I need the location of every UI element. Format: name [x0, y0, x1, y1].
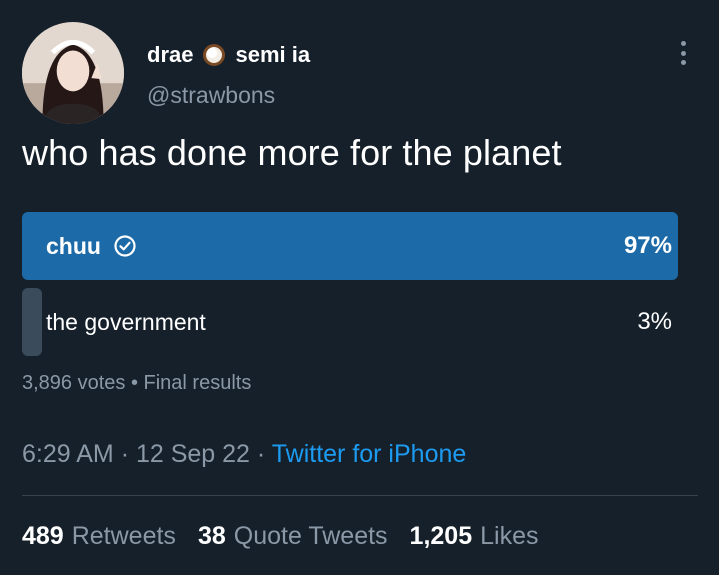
more-options-icon[interactable]: [671, 38, 695, 68]
poll-bar: [22, 288, 42, 356]
poll-option-label: chuu: [46, 212, 137, 280]
quote-tweets-count: 38: [197, 522, 226, 550]
source-link[interactable]: Twitter for iPhone: [272, 440, 467, 468]
poll-percent: 97%: [623, 232, 672, 259]
retweets-label: Retweets: [71, 522, 176, 550]
display-name-first: drae: [147, 42, 194, 67]
likes-label: Likes: [480, 522, 539, 550]
tweet-date[interactable]: 12 Sep 22: [136, 440, 250, 468]
poll-option-government: the government 3%: [22, 288, 678, 356]
poll-percent: 3%: [637, 308, 672, 335]
more-dot: [680, 60, 686, 65]
poll-option-chuu: chuu 97%: [22, 212, 678, 280]
tweet-time[interactable]: 6:29 AM: [22, 440, 114, 468]
tweet: drae semi ia @strawbons who has done mor…: [0, 0, 719, 575]
check-circle-icon: [113, 234, 137, 258]
separator: ·: [120, 440, 130, 468]
separator: ·: [256, 440, 266, 468]
user-handle[interactable]: @strawbons: [147, 82, 275, 109]
quote-tweets-label: Quote Tweets: [233, 522, 388, 550]
poll-meta: 3,896 votes • Final results: [22, 372, 252, 394]
more-dot: [680, 41, 686, 46]
engagement-stats: 489 Retweets 38 Quote Tweets 1,205 Likes: [22, 522, 538, 551]
display-name-second: semi ia: [235, 42, 311, 67]
quote-tweets-stat[interactable]: 38 Quote Tweets: [198, 522, 388, 551]
avatar[interactable]: [22, 22, 124, 124]
divider: [22, 495, 698, 496]
poll-option-text: chuu: [46, 232, 101, 259]
likes-count: 1,205: [409, 522, 473, 550]
tweet-text: who has done more for the planet: [22, 132, 562, 173]
retweets-stat[interactable]: 489 Retweets: [22, 522, 176, 551]
likes-stat[interactable]: 1,205 Likes: [410, 522, 539, 551]
coconut-icon: [201, 42, 227, 68]
timestamp-row: 6:29 AM · 12 Sep 22 · Twitter for iPhone: [22, 440, 466, 469]
retweets-count: 489: [22, 522, 64, 550]
poll-option-label: the government: [46, 288, 206, 356]
display-name[interactable]: drae semi ia: [147, 40, 310, 70]
poll-option-text: the government: [46, 308, 206, 335]
more-dot: [680, 50, 686, 56]
avatar-image: [22, 22, 124, 124]
